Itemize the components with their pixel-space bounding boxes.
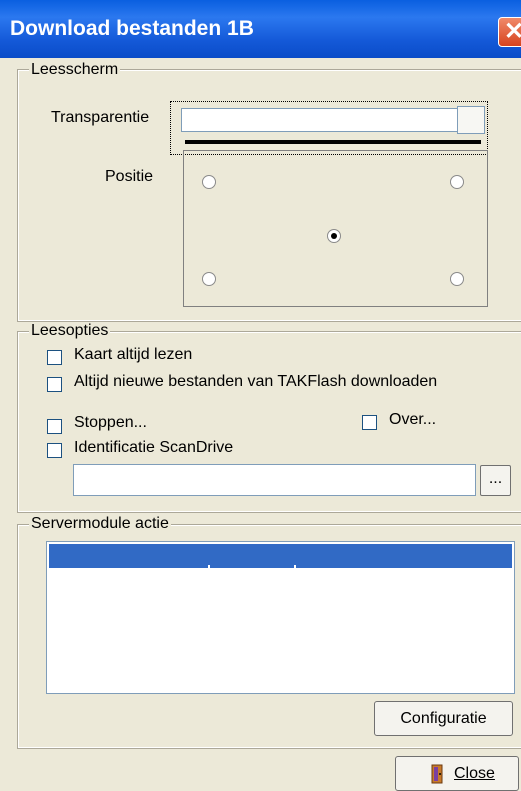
slider-baseline (185, 140, 481, 144)
identification-label: Identificatie ScanDrive (74, 439, 234, 456)
always-download-new-checkbox[interactable] (47, 377, 62, 392)
scandrive-path-input[interactable] (73, 464, 476, 496)
about-label: Over... (389, 411, 437, 428)
position-label: Positie (105, 168, 154, 185)
slider-thumb[interactable] (457, 106, 485, 134)
stop-label: Stoppen... (74, 414, 147, 431)
position-panel (183, 150, 488, 307)
stop-checkbox[interactable] (47, 419, 62, 434)
configuration-button[interactable]: Configuratie (374, 701, 513, 736)
close-x-icon: ✕ (503, 18, 521, 45)
always-read-card-checkbox[interactable] (47, 350, 62, 365)
leesscherm-legend: Leesscherm (29, 61, 121, 79)
column-divider (294, 565, 296, 568)
always-read-card-label: Kaart altijd lezen (74, 346, 193, 363)
transparency-label: Transparentie (51, 109, 150, 126)
position-radio-bottom-left[interactable] (202, 272, 216, 286)
about-checkbox[interactable] (362, 415, 377, 430)
position-radio-bottom-right[interactable] (450, 272, 464, 286)
title-bar[interactable]: Download bestanden 1B ✕ (0, 0, 521, 58)
position-radio-top-right[interactable] (450, 175, 464, 189)
browse-button[interactable]: ... (480, 465, 511, 496)
position-radio-top-left[interactable] (202, 175, 216, 189)
window-close-button[interactable]: ✕ (498, 17, 521, 47)
dialog-window: Download bestanden 1B ✕ Leesscherm Trans… (0, 0, 521, 791)
window-title: Download bestanden 1B (10, 17, 254, 40)
column-divider (208, 565, 210, 568)
always-download-new-label: Altijd nieuwe bestanden van TAKFlash dow… (74, 373, 438, 390)
transparency-slider[interactable] (170, 101, 488, 155)
door-icon (430, 763, 446, 785)
list-header-row[interactable] (49, 544, 512, 568)
servermodule-legend: Servermodule actie (29, 515, 171, 533)
server-action-list[interactable] (46, 541, 515, 694)
close-button-label: Close (454, 765, 495, 782)
footer-separator (18, 748, 521, 749)
identification-checkbox[interactable] (47, 443, 62, 458)
slider-track (181, 108, 459, 132)
leesopties-legend: Leesopties (29, 322, 111, 340)
close-button[interactable]: Close (395, 756, 519, 791)
position-radio-center[interactable] (327, 229, 341, 243)
